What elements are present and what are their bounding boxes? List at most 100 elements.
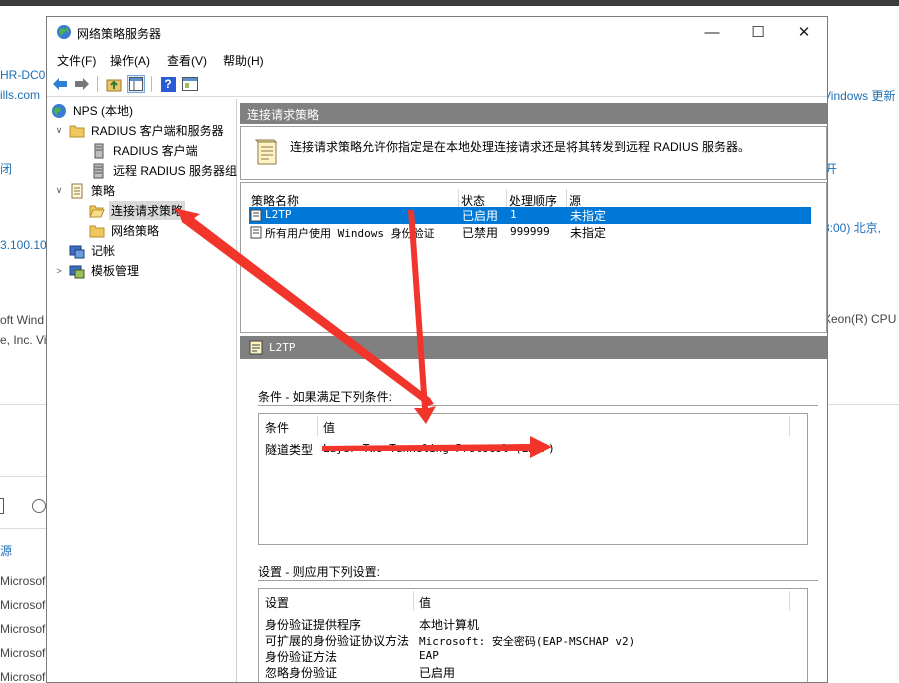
- tree-label: 连接请求策略: [109, 201, 186, 220]
- bg-text: 3.100.10: [0, 238, 47, 252]
- close-button[interactable]: ✕: [781, 17, 827, 47]
- menu-bar: 文件(F) 操作(A) 查看(V) 帮助(H): [47, 48, 827, 70]
- close-icon: ✕: [797, 24, 811, 41]
- pane-header: 连接请求策略: [240, 103, 827, 124]
- column-separator: [789, 591, 790, 611]
- minimize-button[interactable]: —: [689, 17, 735, 47]
- help-icon: ?: [160, 76, 176, 92]
- bg-list-icon: [32, 499, 46, 513]
- properties-button[interactable]: [181, 75, 199, 93]
- minimize-icon: —: [704, 23, 720, 41]
- tree-node-connection-request-policies[interactable]: 连接请求策略: [89, 201, 186, 220]
- column-policy-name[interactable]: 策略名称: [249, 189, 459, 209]
- tree-node-nps-root[interactable]: NPS (本地): [51, 101, 135, 120]
- result-pane: 连接请求策略 连接请求策略允许你指定是在本地处理连接请求还是将其转发到远程 RA…: [240, 99, 827, 682]
- help-button[interactable]: ?: [159, 75, 177, 93]
- desktop-top-strip: [0, 0, 899, 6]
- tree-label: 远程 RADIUS 服务器组: [113, 164, 238, 178]
- tree-node-remote-radius-groups[interactable]: 远程 RADIUS 服务器组: [91, 161, 239, 180]
- condition-value: Layer Two Tunneling Protocol (L2TP): [323, 442, 555, 455]
- settings-header-value: 值: [419, 596, 432, 610]
- bg-text: 开: [827, 162, 838, 176]
- nps-window: 网络策略服务器 — ☐ ✕ 文件(F) 操作(A) 查看(V) 帮助(H) ?: [46, 16, 828, 683]
- title-bar[interactable]: 网络策略服务器 — ☐ ✕: [47, 17, 827, 47]
- bg-text: 3:00) 北京,: [827, 221, 882, 235]
- tree-node-accounting[interactable]: 记帐: [69, 241, 117, 260]
- detail-title: L2TP: [269, 341, 296, 354]
- tree-node-template-management[interactable]: > 模板管理: [53, 261, 141, 280]
- folder-icon: [69, 125, 85, 137]
- pane-description: 连接请求策略允许你指定是在本地处理连接请求还是将其转发到远程 RADIUS 服务…: [290, 140, 751, 154]
- policy-item-icon: [250, 209, 262, 222]
- settings-grid: 设置 值 身份验证提供程序 本地计算机 可扩展的身份验证协议方法 Microso…: [258, 588, 808, 682]
- detail-header: L2TP: [240, 336, 827, 359]
- tree-node-radius[interactable]: ∨ RADIUS 客户端和服务器: [53, 121, 226, 140]
- toolbar-separator: [151, 76, 152, 92]
- up-level-button[interactable]: [105, 75, 123, 93]
- setting-name: 忽略身份验证: [265, 666, 338, 680]
- column-source[interactable]: 源: [567, 189, 811, 209]
- policy-list-header: 策略名称 状态 处理顺序 源: [249, 189, 811, 209]
- tree-label: RADIUS 客户端和服务器: [91, 124, 224, 138]
- setting-name: 可扩展的身份验证协议方法: [265, 634, 410, 648]
- collapse-chevron-icon[interactable]: ∨: [53, 185, 65, 196]
- tree-node-policies[interactable]: ∨ 策略: [53, 181, 117, 200]
- tree-node-network-policies[interactable]: 网络策略: [89, 221, 161, 240]
- settings-divider: [258, 580, 818, 581]
- background-server-manager-right: Vindows 更新 开 3:00) 北京, Xeon(R) CPU: [827, 6, 899, 683]
- bg-text: 闭: [0, 162, 13, 176]
- bg-text: e, Inc. Vi: [0, 333, 47, 347]
- table-row[interactable]: L2TP 已启用 1 未指定: [249, 207, 811, 224]
- server-group-icon: [93, 163, 104, 178]
- forward-arrow-icon: [75, 78, 89, 90]
- expand-chevron-icon[interactable]: >: [53, 266, 65, 276]
- menu-action[interactable]: 操作(A): [110, 52, 150, 69]
- tree-label: 策略: [91, 184, 116, 198]
- forward-button[interactable]: [73, 75, 91, 93]
- nps-app-icon: [57, 25, 71, 39]
- nps-globe-icon: [52, 103, 66, 118]
- properties-window-icon: [182, 77, 198, 91]
- tree-label: 网络策略: [111, 224, 160, 238]
- column-separator: [789, 416, 790, 436]
- bg-divider: [0, 404, 47, 405]
- bg-divider: [0, 528, 47, 529]
- bg-divider: [0, 476, 47, 477]
- column-order[interactable]: 处理顺序: [507, 189, 567, 209]
- bg-text: Microsof: [0, 574, 46, 588]
- show-hide-console-tree-button[interactable]: [127, 75, 145, 93]
- window-title: 网络策略服务器: [77, 27, 162, 41]
- tree-node-radius-clients[interactable]: RADIUS 客户端: [91, 141, 200, 160]
- tree-label: 模板管理: [91, 264, 140, 278]
- bg-text: Xeon(R) CPU: [827, 312, 897, 326]
- menu-view[interactable]: 查看(V): [167, 52, 207, 69]
- table-row[interactable]: 所有用户使用 Windows 身份验证 已禁用 999999 未指定: [249, 224, 811, 241]
- setting-name: 身份验证方法: [265, 650, 338, 664]
- policy-detail-icon: [249, 340, 263, 355]
- accounting-icon: [69, 245, 85, 258]
- setting-value: Microsoft: 安全密码(EAP-MSCHAP v2): [419, 635, 636, 648]
- bg-text: Microsof: [0, 646, 46, 660]
- tree-label: RADIUS 客户端: [113, 144, 198, 158]
- collapse-chevron-icon[interactable]: ∨: [53, 125, 65, 136]
- policy-scroll-icon: [71, 183, 83, 198]
- bg-text: ills.com: [0, 88, 41, 102]
- toolbar-separator: [97, 76, 98, 92]
- policy-status-cell: 已禁用: [462, 226, 499, 240]
- back-button[interactable]: [51, 75, 69, 93]
- setting-value: 已启用: [419, 666, 456, 680]
- bg-text: Microsof: [0, 622, 46, 636]
- bg-divider: [827, 404, 899, 405]
- menu-help[interactable]: 帮助(H): [223, 52, 264, 69]
- server-icon: [94, 143, 104, 158]
- policy-order-cell: 1: [510, 208, 517, 221]
- menu-file[interactable]: 文件(F): [57, 52, 96, 69]
- settings-label: 设置 - 则应用下列设置:: [258, 565, 380, 579]
- maximize-icon: ☐: [751, 24, 765, 41]
- open-folder-icon: [89, 205, 105, 217]
- condition-name: 隧道类型: [265, 443, 314, 457]
- maximize-button[interactable]: ☐: [735, 17, 781, 47]
- column-status[interactable]: 状态: [459, 189, 507, 209]
- bg-text: Microsof: [0, 670, 46, 683]
- settings-header-setting: 设置: [265, 596, 290, 610]
